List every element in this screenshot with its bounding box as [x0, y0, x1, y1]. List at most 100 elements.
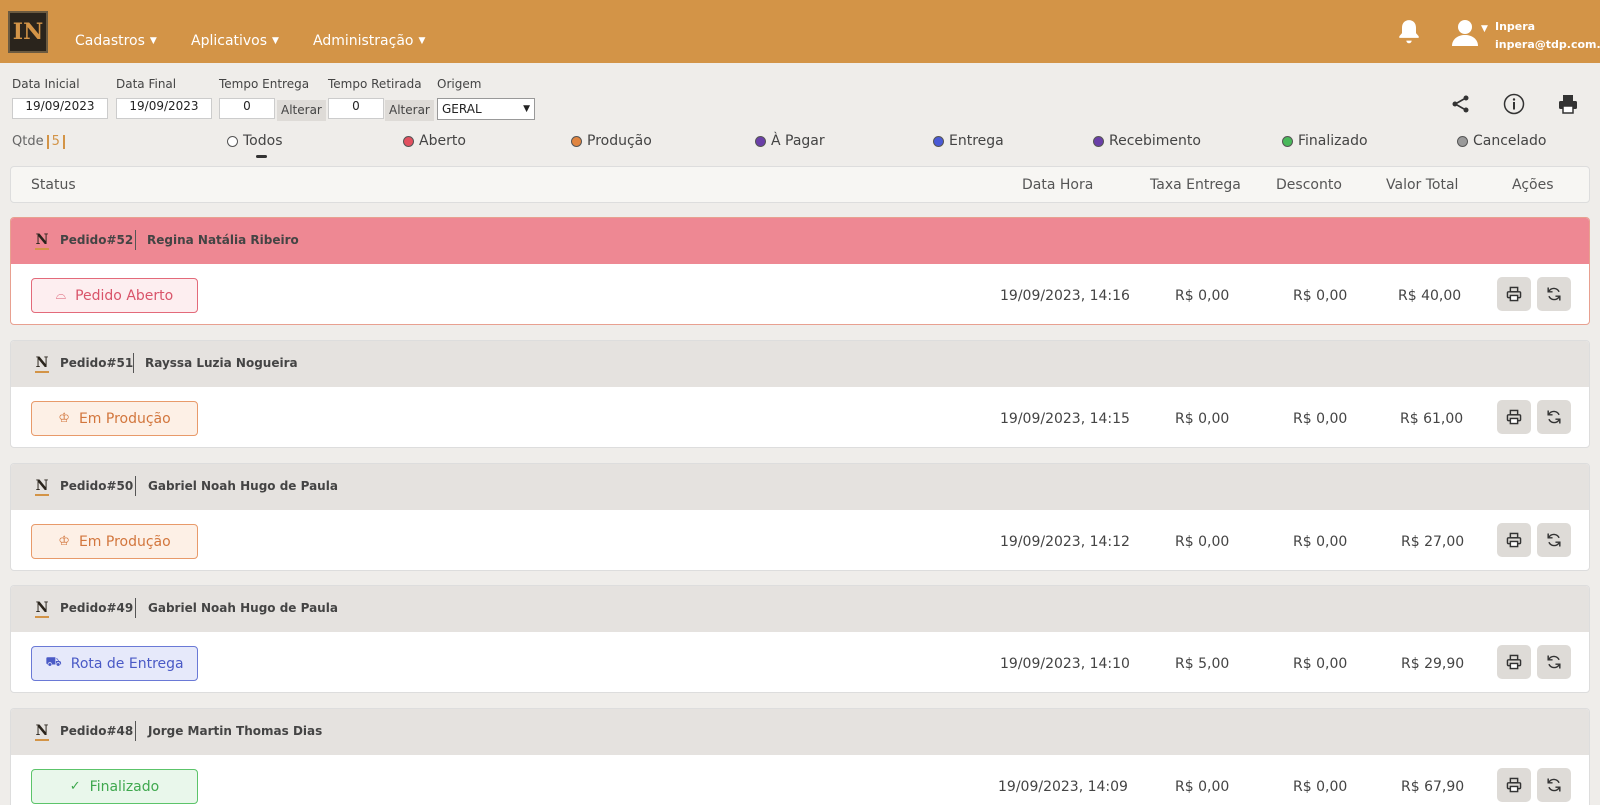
user-email: inpera@tdp.com.br: [1495, 38, 1600, 51]
print-order-button[interactable]: [1497, 277, 1531, 311]
order-delivery-fee: R$ 0,00: [1175, 288, 1230, 304]
alterar-entrega-button[interactable]: Alterar: [277, 100, 326, 121]
store-logo-icon: N: [35, 723, 49, 741]
nav-aplicativos[interactable]: Aplicativos ▼: [191, 33, 279, 49]
status-badge[interactable]: ♔ Em Produção: [31, 524, 198, 559]
app-logo[interactable]: IN: [8, 11, 48, 53]
refresh-order-button[interactable]: [1537, 523, 1571, 557]
print-order-button[interactable]: [1497, 523, 1531, 557]
tempo-retirada-input[interactable]: 0: [328, 98, 384, 119]
status-badge[interactable]: ✓ Finalizado: [31, 769, 198, 804]
order-datetime: 19/09/2023, 14:09: [998, 779, 1128, 795]
tempo-entrega-input[interactable]: 0: [219, 98, 275, 119]
nav-cadastros[interactable]: Cadastros ▼: [75, 33, 157, 49]
tempo-entrega-label: Tempo Entrega: [219, 77, 310, 91]
status-badge[interactable]: ⌓ Pedido Aberto: [31, 278, 198, 313]
qtde-separator: [62, 134, 65, 149]
refresh-order-button[interactable]: [1537, 768, 1571, 802]
filter-aberto[interactable]: Aberto: [403, 133, 466, 149]
info-icon[interactable]: [1503, 93, 1525, 115]
header-valor-total: Valor Total: [1386, 177, 1459, 193]
check-circle-icon: ✓: [69, 779, 81, 794]
alterar-retirada-button[interactable]: Alterar: [385, 100, 434, 121]
refresh-icon: [1547, 778, 1561, 792]
print-order-button[interactable]: [1497, 768, 1531, 802]
data-final-input[interactable]: 19/09/2023: [116, 98, 212, 119]
order-total: R$ 61,00: [1400, 411, 1464, 427]
status-badge-label: Rota de Entrega: [70, 655, 184, 672]
user-avatar-icon[interactable]: [1450, 18, 1480, 48]
refresh-icon: [1547, 533, 1561, 547]
order-card-header: N Pedido#50 Gabriel Noah Hugo de Paula: [11, 464, 1589, 510]
status-dot: [1093, 135, 1104, 147]
header-data-hora: Data Hora: [1022, 177, 1094, 193]
user-menu-caret-icon[interactable]: ▼: [1481, 24, 1488, 34]
print-order-button[interactable]: [1497, 400, 1531, 434]
qtde-separator: [46, 134, 49, 149]
filter-finalizado[interactable]: Finalizado: [1282, 133, 1368, 149]
filter-todos[interactable]: Todos: [227, 133, 282, 149]
active-filter-indicator: [256, 155, 267, 158]
order-card-header: N Pedido#51 Rayssa Luzia Nogueira: [11, 341, 1589, 387]
data-final-label: Data Final: [116, 77, 177, 91]
print-icon[interactable]: [1557, 93, 1579, 115]
print-icon: [1506, 654, 1522, 670]
filter-recebimento[interactable]: Recebimento: [1093, 133, 1201, 149]
header-status: Status: [31, 177, 76, 193]
filter-todos-label: Todos: [243, 133, 283, 149]
nav-administracao[interactable]: Administração ▼: [313, 33, 425, 49]
header-taxa-entrega: Taxa Entrega: [1150, 177, 1241, 193]
filter-aberto-label: Aberto: [419, 133, 466, 149]
filter-producao-label: Produção: [587, 133, 652, 149]
store-logo-icon: N: [35, 600, 49, 618]
status-dot: [933, 135, 944, 147]
notification-bell-icon[interactable]: [1396, 18, 1422, 46]
print-icon: [1506, 409, 1522, 425]
print-icon: [1506, 286, 1522, 302]
order-discount: R$ 0,00: [1293, 288, 1348, 304]
chevron-down-icon: ▼: [523, 104, 530, 114]
filter-recebimento-label: Recebimento: [1109, 133, 1201, 149]
order-datetime: 19/09/2023, 14:10: [1000, 656, 1130, 672]
customer-name: Gabriel Noah Hugo de Paula: [148, 479, 338, 493]
order-total: R$ 67,90: [1401, 779, 1465, 795]
order-number: Pedido#51: [60, 356, 134, 370]
share-icon[interactable]: [1450, 93, 1472, 115]
print-order-button[interactable]: [1497, 645, 1531, 679]
order-discount: R$ 0,00: [1293, 411, 1348, 427]
order-total: R$ 29,90: [1401, 656, 1465, 672]
status-badge[interactable]: ♔ Em Produção: [31, 401, 198, 436]
data-inicial-input[interactable]: 19/09/2023: [12, 98, 108, 119]
refresh-icon: [1547, 410, 1561, 424]
order-card: N Pedido#48 Jorge Martin Thomas Dias ✓ Fi…: [10, 708, 1590, 805]
data-inicial-label: Data Inicial: [12, 77, 80, 91]
order-delivery-fee: R$ 0,00: [1175, 779, 1230, 795]
filter-entrega-label: Entrega: [949, 133, 1004, 149]
print-icon: [1506, 532, 1522, 548]
top-navbar: IN Cadastros ▼ Aplicativos ▼ Administração…: [0, 0, 1600, 63]
order-datetime: 19/09/2023, 14:12: [1000, 534, 1130, 550]
refresh-order-button[interactable]: [1537, 645, 1571, 679]
filter-producao[interactable]: Produção: [571, 133, 652, 149]
chevron-down-icon: ▼: [272, 36, 279, 46]
origem-select[interactable]: GERAL ▼: [437, 98, 535, 120]
filter-entrega[interactable]: Entrega: [933, 133, 1004, 149]
order-card: N Pedido#50 Gabriel Noah Hugo de Paula ♔…: [10, 463, 1590, 571]
refresh-icon: [1547, 287, 1561, 301]
print-icon: [1506, 777, 1522, 793]
order-number: Pedido#50: [60, 479, 134, 493]
status-dot: [571, 135, 582, 147]
store-logo-icon: N: [35, 355, 49, 373]
order-datetime: 19/09/2023, 14:15: [1000, 411, 1130, 427]
customer-name: Regina Natália Ribeiro: [147, 233, 299, 247]
refresh-order-button[interactable]: [1537, 400, 1571, 434]
status-badge[interactable]: ⛟ Rota de Entrega: [31, 646, 198, 681]
filter-cancelado[interactable]: Cancelado: [1457, 133, 1546, 149]
filter-a-pagar[interactable]: À Pagar: [755, 133, 825, 149]
order-card: N Pedido#49 Gabriel Noah Hugo de Paula ⛟…: [10, 585, 1590, 693]
customer-name: Jorge Martin Thomas Dias: [148, 724, 323, 738]
order-discount: R$ 0,00: [1293, 779, 1348, 795]
status-dot: [1282, 135, 1293, 147]
qtde-label: Qtde: [12, 134, 44, 149]
refresh-order-button[interactable]: [1537, 277, 1571, 311]
